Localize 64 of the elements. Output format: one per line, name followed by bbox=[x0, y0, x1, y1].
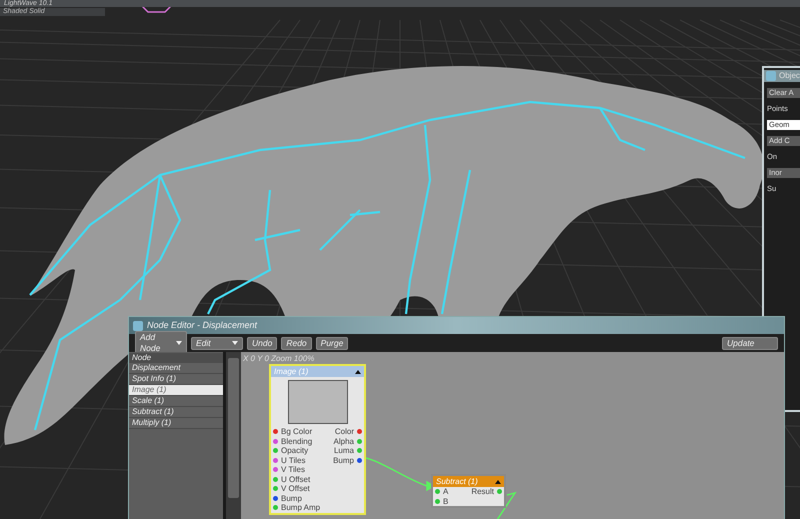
port-label: V Offset bbox=[281, 484, 310, 494]
port-label: U Tiles bbox=[281, 456, 306, 465]
collapse-icon[interactable] bbox=[355, 370, 361, 374]
toolbar-dropdown[interactable]: Edit bbox=[191, 336, 243, 350]
port-dot[interactable] bbox=[273, 458, 278, 463]
port-dot[interactable] bbox=[435, 498, 440, 504]
port-dot[interactable] bbox=[357, 438, 362, 444]
port-label: Opacity bbox=[281, 446, 308, 456]
port-label: Color bbox=[334, 427, 354, 436]
panel-title: Objec bbox=[779, 70, 800, 82]
port-dot[interactable] bbox=[435, 489, 440, 494]
list-header: Node bbox=[129, 353, 223, 363]
node-header[interactable]: Subtract (1) bbox=[433, 476, 504, 487]
node-list-item[interactable]: Multiply (1) bbox=[129, 418, 223, 429]
window-icon bbox=[766, 71, 776, 81]
port-label: U Offset bbox=[281, 474, 310, 484]
port-dot[interactable] bbox=[273, 486, 278, 492]
window-title: Node Editor - Displacement bbox=[147, 318, 258, 332]
port-label: Bump bbox=[333, 456, 354, 465]
toolbar-button[interactable]: Purge bbox=[316, 336, 348, 350]
port-label: A bbox=[443, 487, 448, 496]
port-label: Bg Color bbox=[281, 427, 312, 436]
port-dot[interactable] bbox=[273, 505, 278, 510]
node-list-item[interactable]: Scale (1) bbox=[129, 396, 223, 407]
port-dot[interactable] bbox=[357, 429, 362, 434]
bone bbox=[254, 228, 300, 242]
port-label: Blending bbox=[281, 436, 312, 446]
port-dot[interactable] bbox=[273, 476, 278, 482]
port-label: B bbox=[443, 496, 448, 506]
window-icon bbox=[133, 320, 143, 330]
port-dot[interactable] bbox=[273, 429, 278, 434]
update-button[interactable]: Update bbox=[722, 336, 778, 350]
node-box[interactable]: Image (1) Bg Color Blending Opacity U Tiles V Tiles U Offset V Offset Bump Bump Amp Color Alpha Luma Bump bbox=[269, 364, 366, 514]
port-dot[interactable] bbox=[273, 438, 278, 444]
port-dot[interactable] bbox=[357, 448, 362, 454]
canvas-status: X 0 Y 0 Zoom 100% bbox=[243, 353, 314, 365]
dropdown-label: Add Node bbox=[140, 332, 162, 354]
port-dot[interactable] bbox=[357, 458, 362, 463]
port-label: Luma bbox=[334, 446, 354, 456]
port-label: Bump Amp bbox=[281, 503, 320, 512]
port-dot[interactable] bbox=[273, 496, 278, 501]
jaw-bone-chain bbox=[599, 107, 646, 152]
scrollbar-thumb[interactable] bbox=[228, 358, 239, 498]
node-list-item[interactable]: Image (1) bbox=[129, 385, 223, 396]
scrollbar[interactable] bbox=[223, 352, 241, 519]
caret-icon bbox=[232, 341, 238, 345]
caret-icon bbox=[176, 341, 182, 345]
node-list-item[interactable]: Displacement bbox=[129, 363, 223, 374]
port-label: V Tiles bbox=[281, 465, 306, 474]
port-dot[interactable] bbox=[273, 448, 278, 454]
node-box[interactable]: Subtract (1) A B Result bbox=[431, 474, 506, 508]
port-label: Alpha bbox=[334, 436, 354, 446]
node-title: Subtract (1) bbox=[436, 476, 478, 487]
dropdown-label: Edit bbox=[196, 338, 211, 348]
collapse-icon[interactable] bbox=[495, 480, 501, 484]
toolbar-button[interactable]: Redo bbox=[281, 336, 312, 350]
port-label: Result bbox=[471, 487, 494, 496]
node-list-item[interactable]: Subtract (1) bbox=[129, 407, 223, 418]
node-list-item[interactable]: Spot Info (1) bbox=[129, 374, 223, 385]
port-dot[interactable] bbox=[497, 489, 502, 494]
node-title: Image (1) bbox=[274, 366, 308, 377]
port-dot[interactable] bbox=[273, 467, 278, 472]
toolbar-button[interactable]: Undo bbox=[247, 336, 278, 350]
port-label: Bump bbox=[281, 494, 302, 503]
